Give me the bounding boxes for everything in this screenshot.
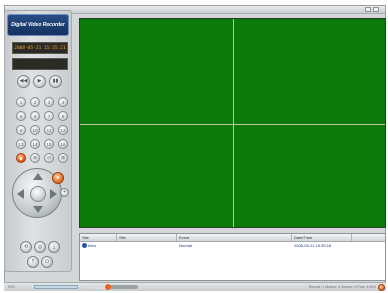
channel-key-0-3[interactable]: 4	[58, 97, 68, 107]
info-display	[12, 58, 68, 70]
key-label: ⊠	[61, 155, 65, 160]
rewind-button[interactable]: ◀◀	[17, 75, 30, 88]
video-channel-1[interactable]	[80, 19, 233, 124]
key-label: 4	[61, 99, 65, 105]
bottom-button-2[interactable]: ⤓	[48, 241, 60, 253]
ptz-right-icon[interactable]	[50, 189, 57, 199]
key-label: ■	[19, 155, 23, 161]
bottom-button-2-icon: ⤓	[52, 243, 56, 250]
grid-divider-vertical	[233, 19, 234, 227]
close-button[interactable]	[373, 7, 379, 12]
column-header-event[interactable]: Event	[177, 234, 292, 241]
ptz-down-icon[interactable]	[33, 206, 43, 213]
channel-key-0-2[interactable]: 3	[44, 97, 54, 107]
progress-bar	[34, 285, 78, 289]
key-label: 2	[33, 99, 37, 105]
ptz-left-icon[interactable]	[17, 189, 24, 199]
channel-key-2-0[interactable]: 9	[16, 125, 26, 135]
channel-key-1-0[interactable]: 5	[16, 111, 26, 121]
key-label: 3	[47, 99, 51, 105]
channel-key-4-1[interactable]: ⊞	[30, 153, 40, 163]
video-channel-2[interactable]	[234, 19, 386, 124]
key-label: 11	[46, 127, 52, 133]
channel-key-1-1[interactable]: 6	[30, 111, 40, 121]
status-left-text: REC	[8, 285, 16, 289]
channel-key-4-3[interactable]: ⊠	[58, 153, 68, 163]
key-label: 12	[60, 127, 66, 133]
table-row[interactable]: Intro Normal 2008-05-21 15:35:18	[80, 242, 385, 249]
video-channel-3[interactable]	[80, 125, 233, 228]
channel-key-3-1[interactable]: 14	[30, 139, 40, 149]
channel-key-3-0[interactable]: 13	[16, 139, 26, 149]
video-channel-4[interactable]	[234, 125, 386, 228]
event-list: Site Site Event Date/Time Intro Normal 2…	[79, 233, 386, 281]
channel-key-1-2[interactable]: 7	[44, 111, 54, 121]
key-label: 14	[32, 141, 38, 147]
key-label: 16	[60, 141, 66, 147]
play-icon: ▶	[37, 78, 42, 84]
channel-key-4-0[interactable]: ■	[16, 153, 26, 163]
bottom-button-0[interactable]: ⟲	[20, 241, 32, 253]
bottom-button-1[interactable]: ◎	[34, 241, 46, 253]
key-label: 9	[19, 127, 23, 133]
channel-key-4-2[interactable]: ⊟	[44, 153, 54, 163]
zoom-icon: +	[63, 189, 66, 195]
zoom-button[interactable]: +	[60, 188, 69, 197]
pause-button[interactable]: ▮▮	[49, 75, 62, 88]
channel-key-2-2[interactable]: 11	[44, 125, 54, 135]
row-event: Normal	[179, 243, 192, 248]
status-bar: REC Record: 1 Motion: 0 Sensor: 0 Free: …	[4, 282, 386, 291]
column-header-site-2[interactable]: Site	[117, 234, 177, 241]
key-label: 7	[47, 113, 51, 119]
minimize-button[interactable]	[365, 7, 371, 12]
record-button[interactable]: ●	[52, 172, 64, 184]
key-label: 15	[46, 141, 52, 147]
channel-key-2-3[interactable]: 12	[58, 125, 68, 135]
key-label: 5	[19, 113, 23, 119]
rewind-icon: ◀◀	[19, 78, 28, 84]
volume-knob[interactable]	[105, 284, 112, 290]
channel-key-1-3[interactable]: 8	[58, 111, 68, 121]
bottom-button-row2-0[interactable]: ⤒	[27, 256, 39, 268]
event-list-header: Site Site Event Date/Time	[80, 234, 385, 242]
channel-key-3-3[interactable]: 16	[58, 139, 68, 149]
bottom-button-0-icon: ⟲	[23, 243, 29, 250]
key-label: 8	[61, 113, 65, 119]
key-label: ⊞	[33, 155, 37, 160]
key-label: 13	[18, 141, 24, 147]
column-header-site[interactable]: Site	[80, 234, 117, 241]
logo-text: Digital Video Recorder	[11, 22, 65, 28]
datetime-display: 2008-05-21 15:35:21	[12, 42, 68, 54]
record-icon: ●	[56, 174, 60, 181]
channel-key-3-2[interactable]: 15	[44, 139, 54, 149]
key-label: 6	[33, 113, 37, 119]
row-site: Intro	[88, 243, 97, 248]
pause-icon: ▮▮	[52, 78, 59, 84]
column-header-datetime[interactable]: Date/Time	[292, 234, 352, 241]
row-datetime: 2008-05-21 15:35:18	[294, 243, 332, 248]
play-button[interactable]: ▶	[33, 75, 46, 88]
app-logo: Digital Video Recorder	[7, 14, 69, 36]
grid-divider-horizontal	[80, 124, 385, 125]
channel-key-2-1[interactable]: 10	[30, 125, 40, 135]
channel-key-0-1[interactable]: 2	[30, 97, 40, 107]
volume-slider[interactable]	[92, 284, 138, 290]
bottom-button-row2-0-icon: ⤒	[31, 258, 35, 265]
ptz-center-button[interactable]	[30, 186, 46, 202]
status-right-text: Record: 1 Motion: 0 Sensor: 0 Free: 100%	[308, 285, 376, 289]
key-label: ⊟	[47, 155, 51, 160]
ptz-up-icon[interactable]	[33, 173, 43, 180]
bottom-button-row2-1[interactable]: ⏻	[41, 256, 53, 268]
bottom-button-1-icon: ◎	[37, 243, 43, 250]
channel-key-0-0[interactable]: 1	[16, 97, 26, 107]
key-label: 10	[32, 127, 38, 133]
video-grid	[79, 18, 386, 228]
bottom-button-row2-1-icon: ⏻	[45, 258, 49, 265]
status-indicator	[378, 284, 385, 291]
key-label: 1	[19, 99, 23, 105]
